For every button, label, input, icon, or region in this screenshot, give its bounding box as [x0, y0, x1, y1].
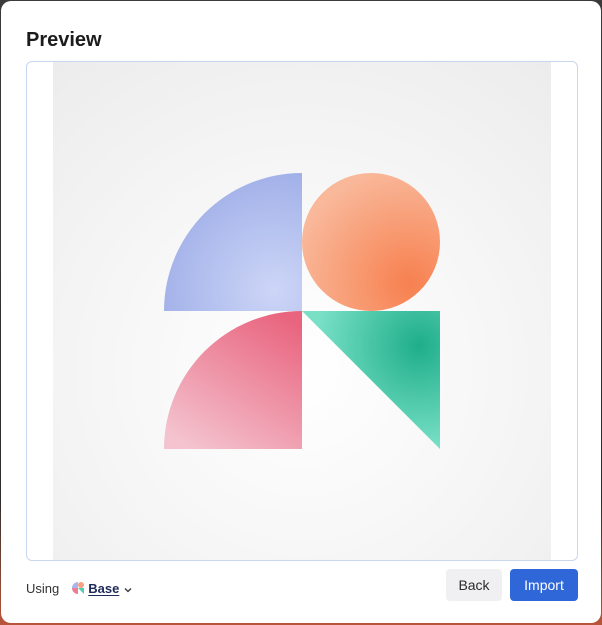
- import-button[interactable]: Import: [510, 569, 578, 601]
- using-row: Using Base: [26, 579, 133, 597]
- back-button[interactable]: Back: [446, 569, 502, 601]
- preview-artwork: [164, 173, 440, 449]
- preview-image: [53, 62, 551, 560]
- pink-quarter-shape: [164, 311, 302, 449]
- pinwheel-icon: [71, 581, 85, 595]
- base-dropdown[interactable]: Base: [71, 581, 133, 596]
- blue-quarter-shape: [164, 173, 302, 311]
- base-label: Base: [88, 580, 120, 596]
- orange-circle-shape: [302, 173, 440, 311]
- preview-dialog: Preview Using Base Back Import: [1, 1, 601, 623]
- preview-frame: [26, 61, 578, 561]
- chevron-down-icon: [123, 583, 133, 593]
- teal-triangle-shape: [302, 311, 440, 449]
- using-label: Using: [26, 580, 60, 596]
- dialog-title: Preview: [26, 29, 102, 51]
